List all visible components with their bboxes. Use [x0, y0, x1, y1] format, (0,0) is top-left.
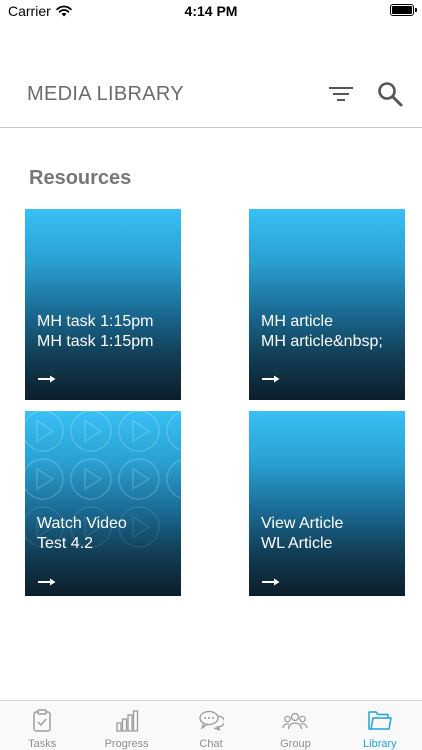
- chat-bubbles-icon: [199, 710, 225, 731]
- header: MEDIA LIBRARY: [0, 70, 422, 128]
- card-subtitle: MH article&nbsp;: [261, 333, 383, 350]
- people-icon: [282, 712, 309, 730]
- card-title: View Article: [261, 515, 344, 532]
- tab-label: Chat: [199, 738, 223, 750]
- clipboard-check-icon: [33, 709, 51, 732]
- card-subtitle: MH task 1:15pm: [37, 333, 154, 350]
- resource-card-task[interactable]: MH task 1:15pm MH task 1:15pm: [25, 209, 181, 400]
- battery-icon: [390, 4, 417, 16]
- arrow-right-icon: [38, 375, 56, 383]
- section-title: Resources: [29, 167, 132, 189]
- bar-chart-icon: [115, 710, 138, 732]
- tab-chat[interactable]: Chat: [169, 701, 253, 750]
- tab-bar: Tasks Progress Chat Group Library: [0, 700, 422, 750]
- filter-button[interactable]: [326, 82, 356, 106]
- card-subtitle: Test 4.2: [37, 535, 94, 552]
- arrow-right-icon: [262, 375, 280, 383]
- tab-tasks[interactable]: Tasks: [0, 701, 84, 750]
- tab-library[interactable]: Library: [338, 701, 422, 750]
- card-subtitle: WL Article: [261, 535, 333, 552]
- card-title: MH task 1:15pm: [37, 313, 154, 330]
- page-title: MEDIA LIBRARY: [27, 83, 184, 105]
- resource-card-article[interactable]: MH article MH article&nbsp;: [249, 209, 405, 400]
- folder-icon: [368, 711, 392, 730]
- search-button[interactable]: [376, 80, 404, 108]
- search-icon: [378, 82, 403, 107]
- status-bar: Carrier 4:14 PM: [0, 0, 422, 22]
- tab-label: Tasks: [28, 738, 57, 750]
- resource-card-article[interactable]: View Article WL Article: [249, 411, 405, 596]
- arrow-right-icon: [262, 578, 280, 586]
- arrow-right-icon: [38, 578, 56, 586]
- card-title: MH article: [261, 313, 334, 330]
- filter-icon: [329, 87, 353, 101]
- tab-label: Group: [280, 738, 311, 750]
- status-time: 4:14 PM: [184, 3, 238, 19]
- tab-label: Library: [363, 738, 397, 750]
- tab-progress[interactable]: Progress: [84, 701, 168, 750]
- tab-label: Progress: [104, 738, 149, 750]
- tab-group[interactable]: Group: [253, 701, 337, 750]
- play-pattern-background: [25, 411, 181, 548]
- card-title: Watch Video: [37, 515, 127, 532]
- resource-card-video[interactable]: Watch Video Test 4.2: [25, 411, 181, 596]
